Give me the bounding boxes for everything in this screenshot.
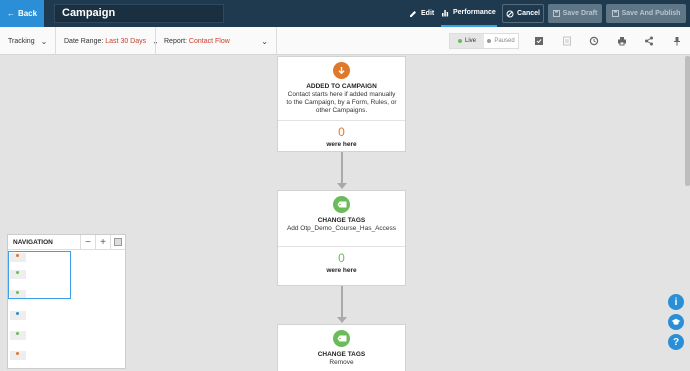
report-toolbar: Tracking ⌄ Date Range: Last 30 Days ⌄ Re… [0,27,690,55]
cancel-button[interactable]: Cancel [502,4,544,23]
graduation-cap-icon[interactable] [668,314,684,330]
performance-tab[interactable]: Performance [441,0,497,27]
save-and-publish-button[interactable]: Save And Publish [606,4,686,23]
minimap-node [10,331,26,340]
cancel-icon [506,10,514,17]
minimap-viewport[interactable] [8,251,71,299]
edit-label: Edit [421,10,435,17]
date-range-label: Date Range: [64,37,104,45]
chevron-down-icon: ⌄ [40,36,48,46]
node-count: 0 [338,125,345,139]
campaign-title-input[interactable]: Campaign [54,4,224,23]
checklist-button[interactable] [526,27,552,55]
divider [55,27,56,55]
paused-status-dot [487,39,492,43]
node-description: Add Otp_Demo_Course_Has_Access [286,225,397,232]
node-description: Contact starts here if added manually to… [286,91,397,114]
live-paused-toggle[interactable]: Live Paused [449,33,519,49]
node-count-label: were here [326,141,357,148]
tracking-dropdown[interactable]: Tracking ⌄ [8,27,47,55]
notes-button[interactable] [554,27,580,55]
back-label: Back [17,9,38,18]
pencil-icon [410,10,416,17]
help-question-icon[interactable]: ? [668,334,684,350]
live-label: Live [464,38,476,44]
print-button[interactable] [609,27,635,55]
report-label: Report: [164,37,187,45]
notes-icon [563,36,571,46]
save-draft-button[interactable]: Save Draft [548,4,602,23]
pin-button[interactable] [664,27,690,55]
node-count-label: were here [326,267,357,274]
arrow-left-icon: ← [6,9,15,18]
save-draft-label: Save Draft [562,10,598,17]
tag-icon [333,330,350,347]
save-icon [611,10,619,17]
node-title: ADDED TO CAMPAIGN [306,83,377,90]
top-bar: ← Back Campaign Edit Performance Cancel … [0,0,690,27]
node-description: Remove [329,359,354,366]
live-status-dot [457,39,462,43]
arrow-down-circle-icon [333,62,350,79]
pin-icon [674,37,680,46]
report-dropdown[interactable]: Report: Contact Flow ⌄ [164,27,268,55]
save-and-publish-label: Save And Publish [621,10,681,17]
square-icon [114,238,122,246]
navigation-header: NAVIGATION − + [8,234,125,250]
share-button[interactable] [636,27,662,55]
back-button[interactable]: ← Back [0,0,44,27]
navigation-title: NAVIGATION [13,238,53,246]
paused-label: Paused [494,38,515,44]
save-icon [552,10,560,17]
tag-icon [333,196,350,213]
info-icon[interactable]: i [668,294,684,310]
node-title: CHANGE TAGS [317,351,366,358]
share-icon [645,36,653,46]
canvas-scrollbar[interactable] [685,56,690,186]
edit-link[interactable]: Edit [409,0,434,27]
chevron-down-icon: ⌄ [261,36,268,46]
divider [155,27,156,55]
paused-option[interactable]: Paused [484,34,518,48]
change-tags-node[interactable]: CHANGE TAGS Remove [277,324,406,371]
history-button[interactable] [581,27,607,55]
minimap-node [10,311,26,320]
added-to-campaign-node[interactable]: ADDED TO CAMPAIGN Contact starts here if… [277,56,406,152]
navigation-panel: NAVIGATION − + [7,234,126,369]
node-title: CHANGE TAGS [317,217,366,224]
history-icon [589,36,599,46]
bar-chart-icon [442,9,449,16]
zoom-out-button[interactable]: − [80,234,95,250]
zoom-in-button[interactable]: + [95,234,110,250]
connector-arrow [337,317,347,323]
divider [276,27,277,55]
node-count: 0 [338,251,345,265]
cancel-label: Cancel [517,10,540,17]
connector-arrow [337,183,347,189]
change-tags-node[interactable]: CHANGE TAGS Add Otp_Demo_Course_Has_Acce… [277,190,406,286]
live-option[interactable]: Live [450,34,484,48]
connector-line [341,152,343,184]
date-range-dropdown[interactable]: Date Range: Last 30 Days ⌄ [64,27,159,55]
connector-line [341,286,343,318]
performance-label: Performance [453,9,496,16]
date-range-value: Last 30 Days [105,37,147,45]
print-icon [618,37,626,46]
fit-view-button[interactable] [110,234,125,250]
report-value: Contact Flow [188,37,230,45]
checklist-icon [535,37,543,45]
tracking-label: Tracking [8,37,35,45]
minimap-node [10,351,26,360]
